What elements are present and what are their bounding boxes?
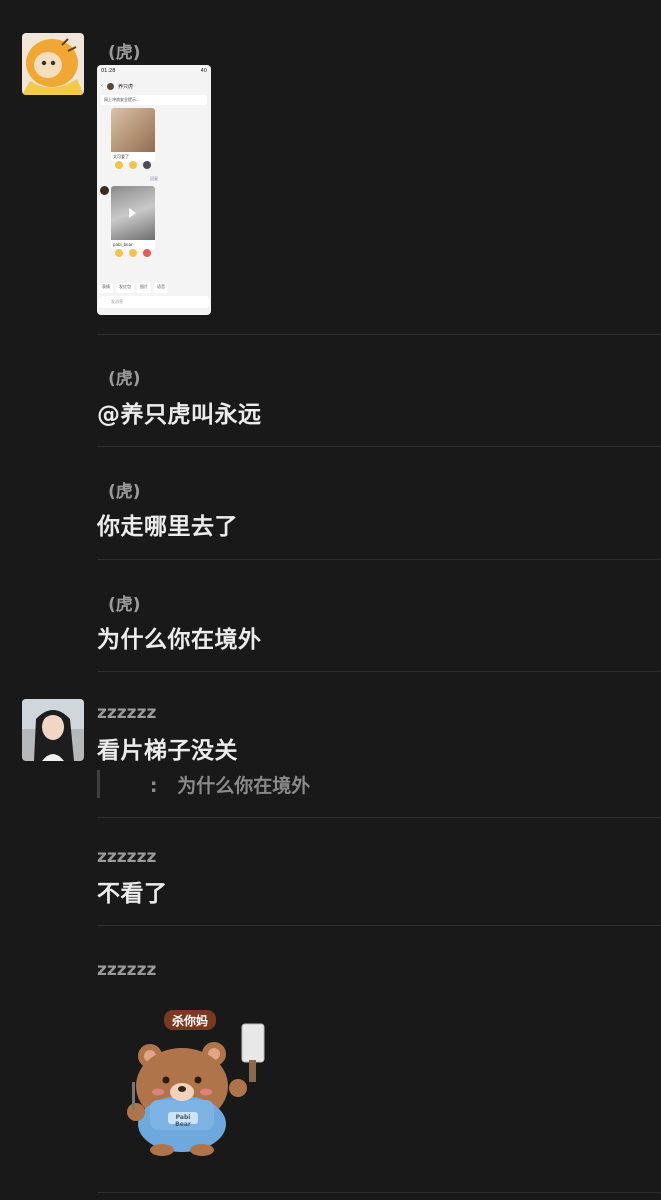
sender-name: zzzzzz <box>97 847 157 867</box>
screenshot-chat-title: 养只虎 <box>118 83 134 90</box>
bear-sticker[interactable]: 杀你妈 Pabi Bear <box>120 1008 280 1158</box>
sender-name: (虎) <box>108 43 141 63</box>
message-divider <box>97 671 661 672</box>
message-divider <box>97 817 661 818</box>
sender-name: zzzzzz <box>97 703 157 723</box>
sticker-caption: 杀你妈 <box>171 1014 208 1028</box>
quick-reply: 发红包 <box>116 283 134 293</box>
emoji-icon <box>115 249 123 257</box>
screenshot-input: 发消息 <box>99 296 209 308</box>
tiger-avatar-icon <box>22 33 84 95</box>
bear-icon <box>127 1010 265 1156</box>
screenshot-notice: 网上冲浪安全提示... <box>101 95 207 105</box>
screenshot-image[interactable]: 01:28 40 ‹ 养只虎 网上冲浪安全提示... 太可爱了 回复 pabi_… <box>97 65 211 315</box>
sender-avatar-icon <box>100 186 109 195</box>
sender-name: (虎) <box>108 595 141 615</box>
cat-video-thumb <box>111 186 155 240</box>
message-divider <box>97 559 661 560</box>
message-text[interactable]: @养只虎叫永远 <box>97 395 262 429</box>
emoji-icon <box>143 249 151 257</box>
sticker-badge: Pabi Bear <box>175 1114 191 1128</box>
emoji-icon <box>129 249 137 257</box>
avatar-user[interactable] <box>22 699 84 761</box>
quick-reply: 图片 <box>137 283 151 293</box>
quote-bar <box>97 770 100 798</box>
sender-name: (虎) <box>108 482 141 502</box>
message-divider <box>97 1192 661 1193</box>
message-divider <box>97 446 661 447</box>
dog-photo <box>111 108 155 152</box>
message-text[interactable]: 不看了 <box>97 874 168 908</box>
chat-avatar-icon <box>107 82 114 90</box>
screenshot-card-2: pabi_bear <box>111 186 155 249</box>
message-divider <box>97 925 661 926</box>
screenshot-quick-replies: 表情 发红包 图片 语音 <box>99 283 209 293</box>
quoted-message[interactable]: : 为什么你在境外 <box>130 771 310 798</box>
message-text[interactable]: 为什么你在境外 <box>97 620 262 654</box>
user-avatar-icon <box>22 699 84 761</box>
screenshot-reactions-1 <box>111 159 155 171</box>
emoji-icon <box>143 161 151 169</box>
avatar-tiger[interactable] <box>22 33 84 95</box>
screenshot-tag: 回复 <box>150 176 158 181</box>
sender-name: (虎) <box>108 369 141 389</box>
screenshot-card-1: 太可爱了 <box>111 108 155 162</box>
emoji-icon <box>129 161 137 169</box>
message-divider <box>97 334 661 335</box>
emoji-icon <box>115 161 123 169</box>
message-text[interactable]: 你走哪里去了 <box>97 507 238 541</box>
screenshot-time: 01:28 <box>101 68 116 74</box>
screenshot-reactions-2 <box>111 247 155 259</box>
quick-reply: 语音 <box>154 283 168 293</box>
play-icon <box>129 208 136 218</box>
screenshot-battery: 40 <box>200 68 207 74</box>
quick-reply: 表情 <box>99 283 113 293</box>
sender-name: zzzzzz <box>97 960 157 980</box>
back-arrow-icon: ‹ <box>101 83 103 89</box>
message-text[interactable]: 看片梯子没关 <box>97 731 238 765</box>
